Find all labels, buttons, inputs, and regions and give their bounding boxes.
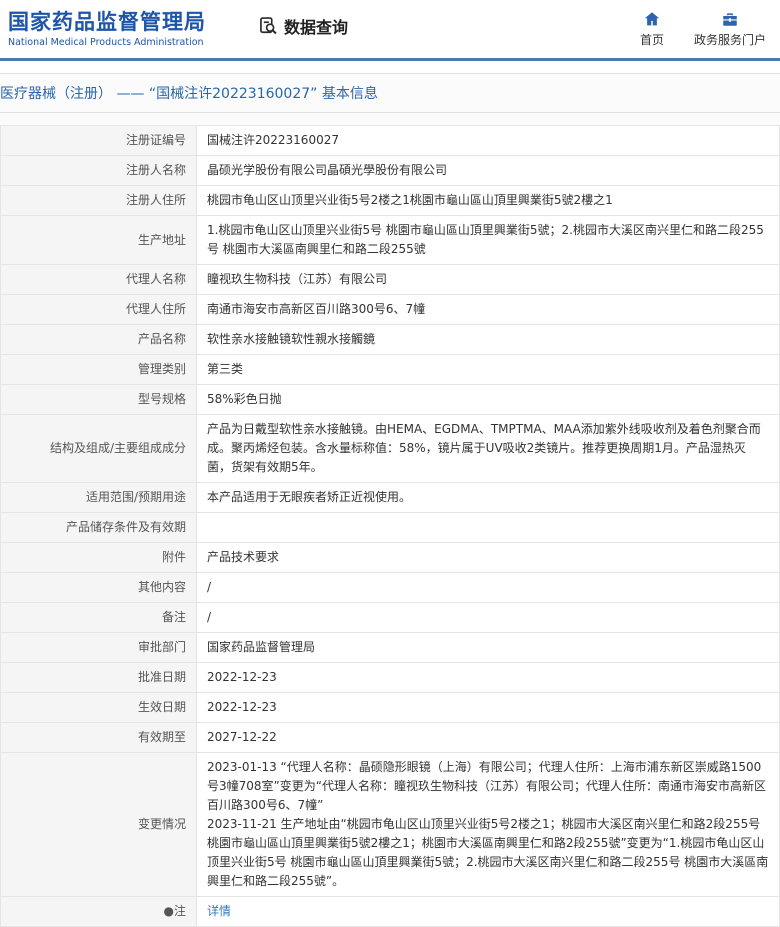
table-row: 附件 产品技术要求 — [0, 542, 780, 573]
row-value: 产品为日戴型软性亲水接触镜。由HEMA、EGDMA、TMPTMA、MAA添加紫外… — [196, 414, 780, 483]
row-value: 2027-12-22 — [196, 722, 780, 753]
row-label: 生产地址 — [0, 215, 197, 265]
row-value — [196, 512, 780, 543]
table-row: 管理类别 第三类 — [0, 354, 780, 385]
row-label: 型号规格 — [0, 384, 197, 415]
site-logo[interactable]: 国家药品监督管理局 National Medical Products Admi… — [8, 10, 206, 47]
row-label: 附件 — [0, 542, 197, 573]
row-value: 晶硕光学股份有限公司晶碩光學股份有限公司 — [196, 155, 780, 186]
table-row: 其他内容 / — [0, 572, 780, 603]
row-value: 南通市海安市高新区百川路300号6、7幢 — [196, 294, 780, 325]
registration-table-body: 注册证编号 国械注许20223160027 注册人名称 晶硕光学股份有限公司晶碩光學股… — [0, 125, 780, 927]
data-query-label: 数据查询 — [284, 18, 349, 37]
row-label: 注册证编号 — [0, 125, 197, 156]
row-value: 2022-12-23 — [196, 692, 780, 723]
row-label: 产品名称 — [0, 324, 197, 355]
page-title: 医疗器械（注册） —— “国械注许20223160027” 基本信息 — [0, 73, 780, 113]
row-value: 2023-01-13 “代理人名称：晶硕隐形眼镜（上海）有限公司；代理人住所：上… — [196, 752, 780, 897]
table-row: 代理人名称 瞳视玖生物科技（江苏）有限公司 — [0, 264, 780, 295]
row-value: 58%彩色日抛 — [196, 384, 780, 415]
header-nav: 首页 政务服务门户 — [640, 10, 766, 48]
header-divider — [0, 58, 780, 61]
row-label: ●注 — [0, 896, 197, 927]
row-value: 本产品适用于无眼疾者矫正近视使用。 — [196, 482, 780, 513]
table-row: 代理人住所 南通市海安市高新区百川路300号6、7幢 — [0, 294, 780, 325]
table-row: 注册证编号 国械注许20223160027 — [0, 125, 780, 156]
row-label: 代理人住所 — [0, 294, 197, 325]
row-label: 结构及组成/主要组成成分 — [0, 414, 197, 483]
table-row: 适用范围/预期用途 本产品适用于无眼疾者矫正近视使用。 — [0, 482, 780, 513]
row-label: 变更情况 — [0, 752, 197, 897]
row-value: 软性亲水接触镜软性親水接觸鏡 — [196, 324, 780, 355]
row-label: 有效期至 — [0, 722, 197, 753]
row-value: 国械注许20223160027 — [196, 125, 780, 156]
row-label: 批准日期 — [0, 662, 197, 693]
row-label: 注册人名称 — [0, 155, 197, 186]
table-row: ●注 详情 — [0, 896, 780, 927]
detail-link[interactable]: 详情 — [207, 904, 231, 918]
row-label: 其他内容 — [0, 572, 197, 603]
table-row: 批准日期 2022-12-23 — [0, 662, 780, 693]
row-label: 生效日期 — [0, 692, 197, 723]
row-value: 2022-12-23 — [196, 662, 780, 693]
row-value: 1.桃园市龟山区山顶里兴业街5号 桃園市龜山區山頂里興業街5號；2.桃园市大溪区… — [196, 215, 780, 265]
home-icon — [643, 10, 661, 28]
row-label: 适用范围/预期用途 — [0, 482, 197, 513]
table-row: 型号规格 58%彩色日抛 — [0, 384, 780, 415]
table-row: 备注 / — [0, 602, 780, 633]
nav-item-home[interactable]: 首页 — [640, 10, 664, 48]
data-query-section: 数据查询 — [258, 14, 348, 38]
data-query-icon — [258, 16, 278, 36]
main-content: 医疗器械（注册） —— “国械注许20223160027” 基本信息 注册证编号… — [0, 73, 780, 927]
row-value: 产品技术要求 — [196, 542, 780, 573]
row-label: 管理类别 — [0, 354, 197, 385]
row-label: 审批部门 — [0, 632, 197, 663]
site-header: 国家药品监督管理局 National Medical Products Admi… — [0, 0, 780, 58]
row-value: 第三类 — [196, 354, 780, 385]
nav-home-label: 首页 — [639, 33, 664, 47]
row-value: 桃园市龟山区山顶里兴业街5号2楼之1桃園市龜山區山頂里興業街5號2樓之1 — [196, 185, 780, 216]
site-name: 国家药品监督管理局 — [8, 10, 206, 35]
table-row: 产品储存条件及有效期 — [0, 512, 780, 543]
row-label: 代理人名称 — [0, 264, 197, 295]
table-row: 产品名称 软性亲水接触镜软性親水接觸鏡 — [0, 324, 780, 355]
registration-info-table: 注册证编号 国械注许20223160027 注册人名称 晶硕光学股份有限公司晶碩光學股… — [0, 125, 780, 927]
row-value: / — [196, 572, 780, 603]
row-label: 产品储存条件及有效期 — [0, 512, 197, 543]
table-row: 生产地址 1.桃园市龟山区山顶里兴业街5号 桃園市龜山區山頂里興業街5號；2.桃园… — [0, 215, 780, 265]
nav-item-portal[interactable]: 政务服务门户 — [694, 10, 766, 48]
row-value: 国家药品监督管理局 — [196, 632, 780, 663]
briefcase-icon — [721, 10, 739, 28]
row-value: 详情 — [196, 896, 780, 927]
row-label: 注册人住所 — [0, 185, 197, 216]
table-row: 审批部门 国家药品监督管理局 — [0, 632, 780, 663]
table-row: 有效期至 2027-12-22 — [0, 722, 780, 753]
nav-portal-label: 政务服务门户 — [693, 33, 766, 47]
row-value: 瞳视玖生物科技（江苏）有限公司 — [196, 264, 780, 295]
site-name-en: National Medical Products Administration — [8, 36, 204, 48]
row-label: 备注 — [0, 602, 197, 633]
row-value: / — [196, 602, 780, 633]
table-row: 生效日期 2022-12-23 — [0, 692, 780, 723]
table-row: 注册人名称 晶硕光学股份有限公司晶碩光學股份有限公司 — [0, 155, 780, 186]
table-row: 变更情况 2023-01-13 “代理人名称：晶硕隐形眼镜（上海）有限公司；代理人… — [0, 752, 780, 897]
table-row: 结构及组成/主要组成成分 产品为日戴型软性亲水接触镜。由HEMA、EGDMA、TM… — [0, 414, 780, 483]
table-row: 注册人住所 桃园市龟山区山顶里兴业街5号2楼之1桃園市龜山區山頂里興業街5號2樓之… — [0, 185, 780, 216]
